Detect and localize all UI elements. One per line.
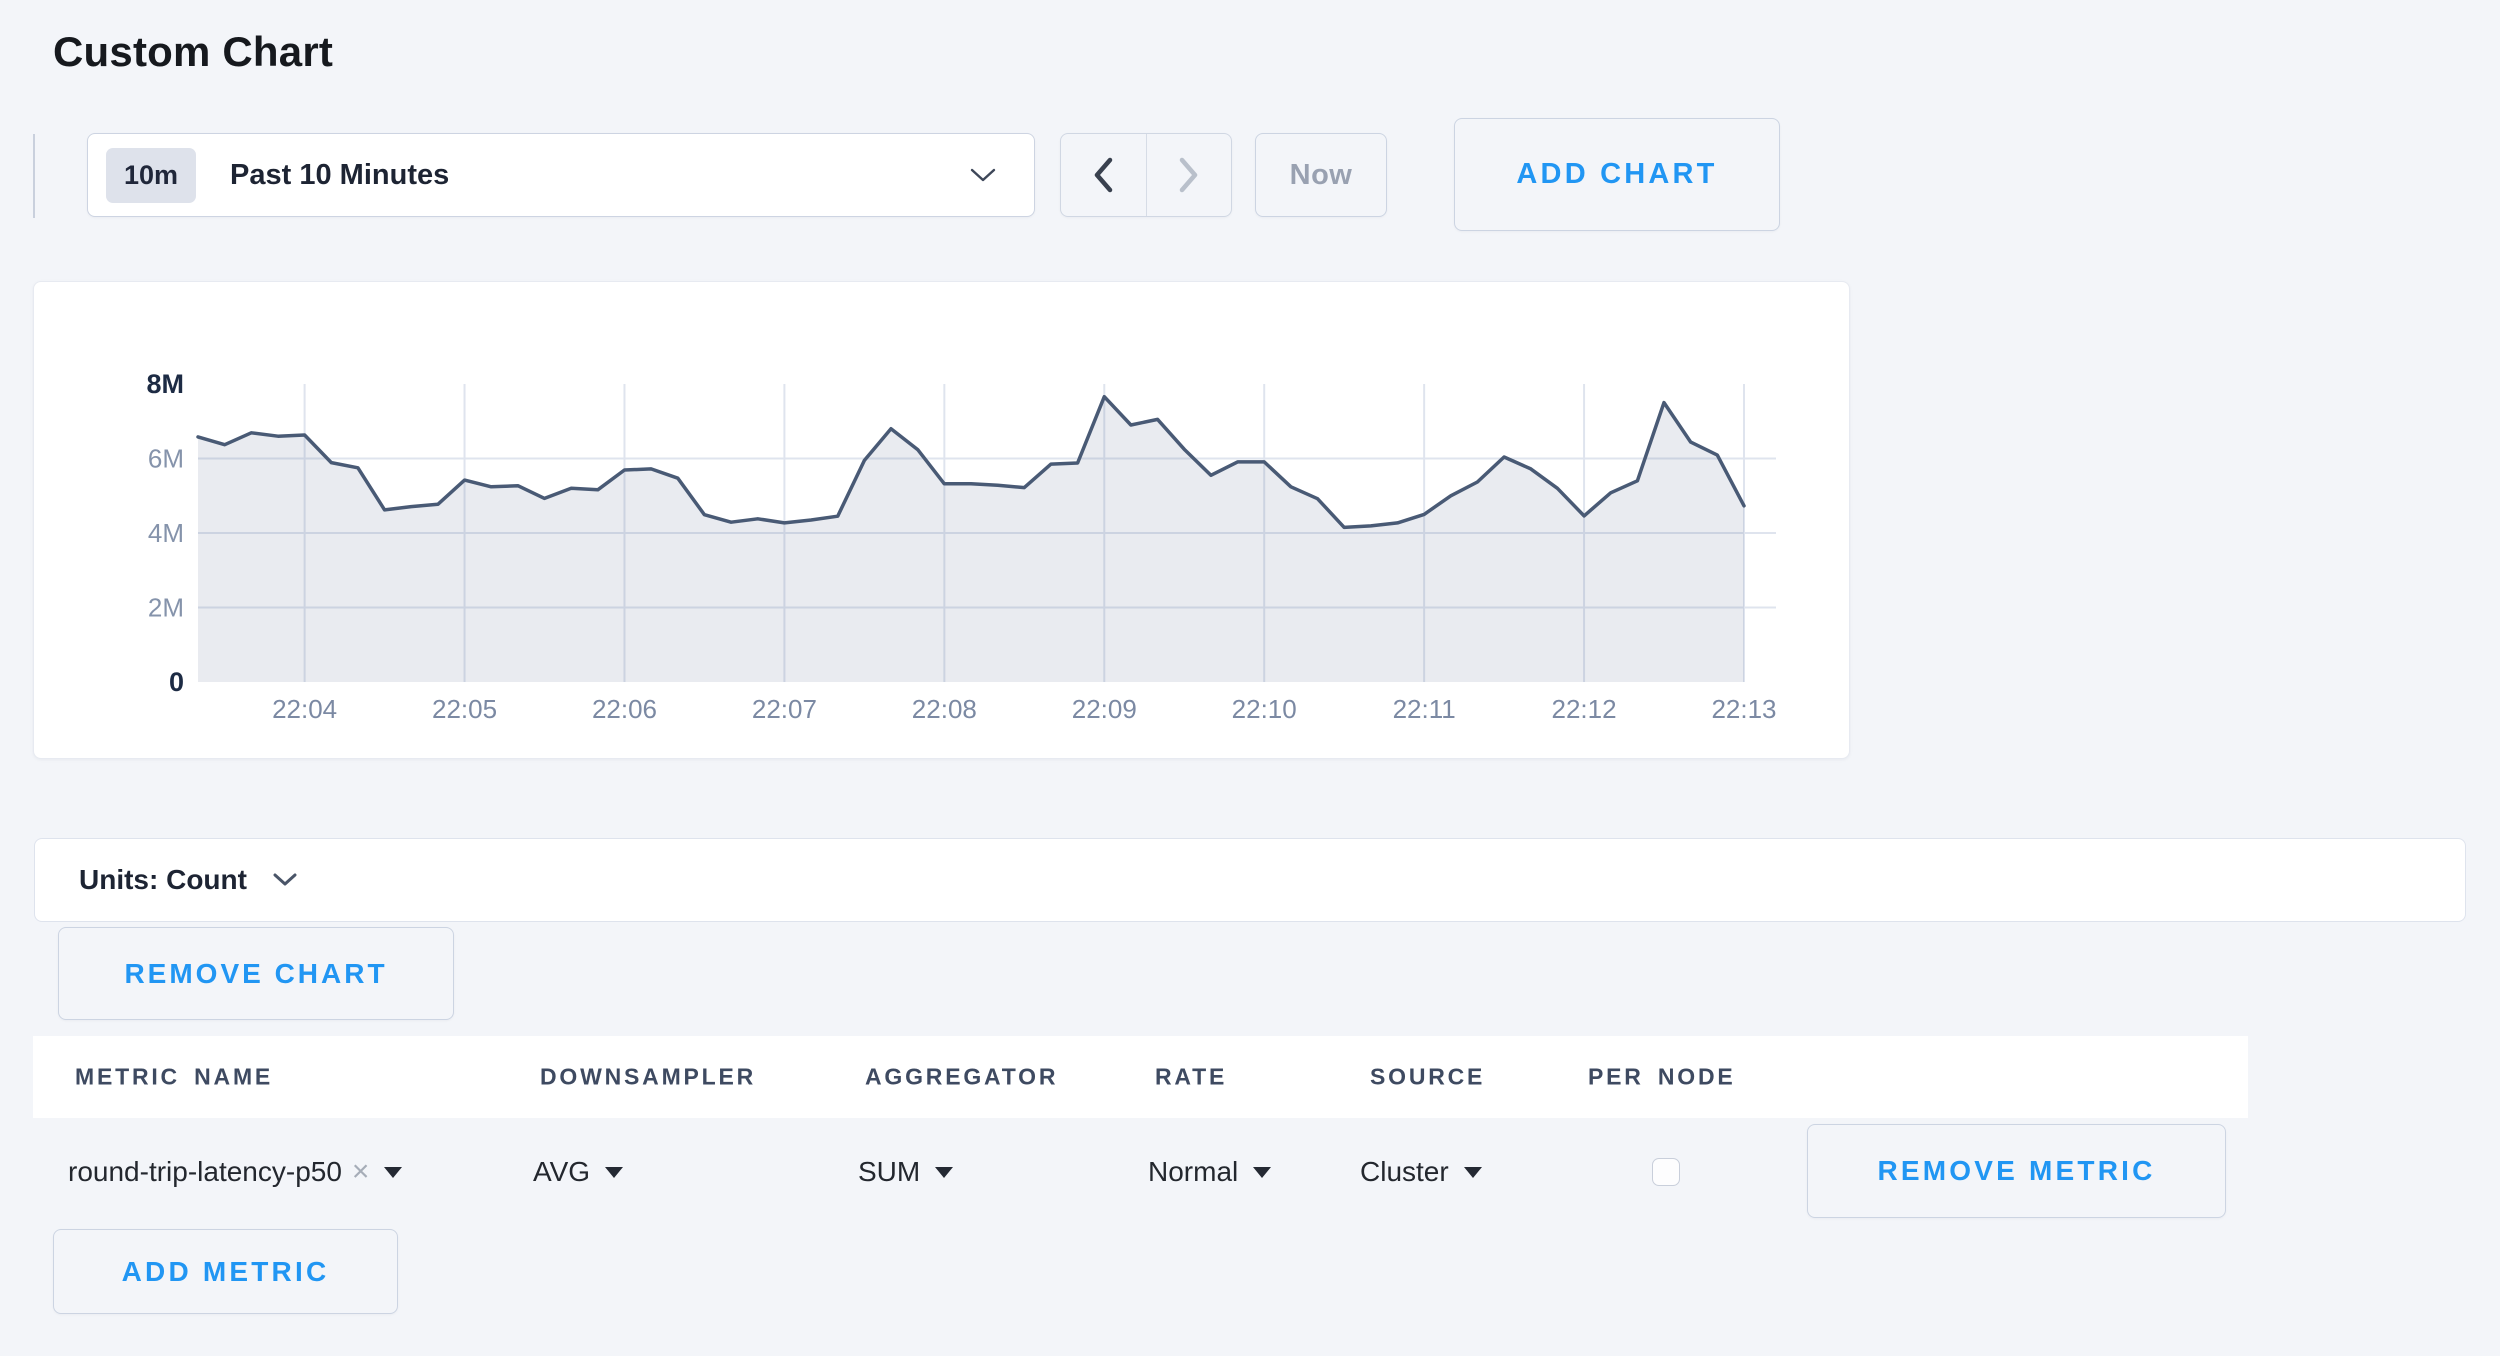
rate-select[interactable]: Normal — [1148, 1146, 1271, 1198]
metrics-table-header: METRIC NAME DOWNSAMPLER AGGREGATOR RATE … — [33, 1036, 2248, 1118]
time-nav-group — [1060, 133, 1232, 217]
downsampler-value: AVG — [533, 1156, 590, 1188]
y-axis-tick-label: 0 — [169, 667, 184, 697]
x-axis-tick-label: 22:13 — [1711, 694, 1776, 724]
add-chart-button[interactable]: ADD CHART — [1454, 118, 1780, 231]
header-aggregator: AGGREGATOR — [865, 1064, 1058, 1091]
metric-name-value: round-trip-latency-p50 — [68, 1156, 342, 1188]
add-chart-button-label: ADD CHART — [1516, 158, 1717, 191]
chevron-right-icon — [1177, 157, 1201, 193]
y-axis-tick-label: 6M — [148, 444, 184, 474]
now-button-label: Now — [1290, 159, 1353, 192]
downsampler-select[interactable]: AVG — [533, 1146, 623, 1198]
custom-chart-svg[interactable]: 0 2M 4M 6M 8M 22:04 22:05 22:06 22:07 22:08 22:09 2… — [34, 282, 1849, 758]
x-axis-tick-label: 22:11 — [1393, 694, 1456, 724]
aggregator-select[interactable]: SUM — [858, 1146, 953, 1198]
metric-name-select[interactable]: round-trip-latency-p50 × — [68, 1146, 402, 1198]
header-source: SOURCE — [1370, 1064, 1485, 1091]
caret-down-icon — [1253, 1167, 1271, 1178]
units-dropdown[interactable]: Units: Count — [34, 838, 2466, 922]
x-axis-tick-label: 22:06 — [592, 694, 657, 724]
clear-metric-icon[interactable]: × — [352, 1157, 370, 1187]
remove-chart-button-label: REMOVE CHART — [124, 958, 387, 990]
header-downsampler: DOWNSAMPLER — [540, 1064, 756, 1091]
aggregator-value: SUM — [858, 1156, 920, 1188]
series-area-fill — [198, 397, 1744, 682]
y-axis-tick-label: 2M — [148, 593, 184, 623]
source-select[interactable]: Cluster — [1360, 1146, 1482, 1198]
chevron-down-icon — [273, 873, 297, 887]
custom-chart-page: Custom Chart 10m Past 10 Minutes Now ADD… — [0, 0, 2500, 1356]
y-axis-tick-label: 4M — [148, 518, 184, 548]
time-range-badge: 10m — [106, 148, 196, 203]
caret-down-icon — [1464, 1167, 1482, 1178]
caret-down-icon — [935, 1167, 953, 1178]
rate-value: Normal — [1148, 1156, 1238, 1188]
remove-chart-button[interactable]: REMOVE CHART — [58, 927, 454, 1020]
chevron-down-icon — [970, 168, 996, 183]
page-title: Custom Chart — [53, 28, 333, 76]
add-metric-button-label: ADD METRIC — [122, 1256, 330, 1288]
toolbar-left-rule — [33, 134, 35, 218]
source-value: Cluster — [1360, 1156, 1449, 1188]
chevron-left-icon — [1091, 157, 1115, 193]
time-range-selector[interactable]: 10m Past 10 Minutes — [87, 133, 1035, 217]
now-button[interactable]: Now — [1255, 133, 1387, 217]
time-back-button[interactable] — [1061, 134, 1147, 216]
x-axis-tick-label: 22:08 — [912, 694, 977, 724]
x-axis-tick-label: 22:12 — [1552, 694, 1617, 724]
x-axis-tick-label: 22:04 — [272, 694, 337, 724]
units-dropdown-label: Units: Count — [79, 864, 247, 896]
header-per-node: PER NODE — [1588, 1064, 1736, 1091]
x-axis-tick-label: 22:07 — [752, 694, 817, 724]
caret-down-icon — [605, 1167, 623, 1178]
header-rate: RATE — [1155, 1064, 1227, 1091]
header-metric-name: METRIC NAME — [75, 1064, 273, 1091]
x-axis-tick-label: 22:05 — [432, 694, 497, 724]
add-metric-button[interactable]: ADD METRIC — [53, 1229, 398, 1314]
chart-card: 0 2M 4M 6M 8M 22:04 22:05 22:06 22:07 22:08 22:09 2… — [33, 281, 1850, 759]
y-axis-tick-label: 8M — [146, 369, 184, 399]
time-forward-button[interactable] — [1147, 134, 1232, 216]
time-range-label: Past 10 Minutes — [230, 159, 449, 192]
per-node-checkbox[interactable] — [1652, 1158, 1680, 1186]
x-axis-tick-label: 22:09 — [1072, 694, 1137, 724]
remove-metric-button[interactable]: REMOVE METRIC — [1807, 1124, 2226, 1218]
caret-down-icon — [384, 1167, 402, 1178]
x-axis-tick-label: 22:10 — [1232, 694, 1297, 724]
remove-metric-button-label: REMOVE METRIC — [1877, 1155, 2155, 1187]
